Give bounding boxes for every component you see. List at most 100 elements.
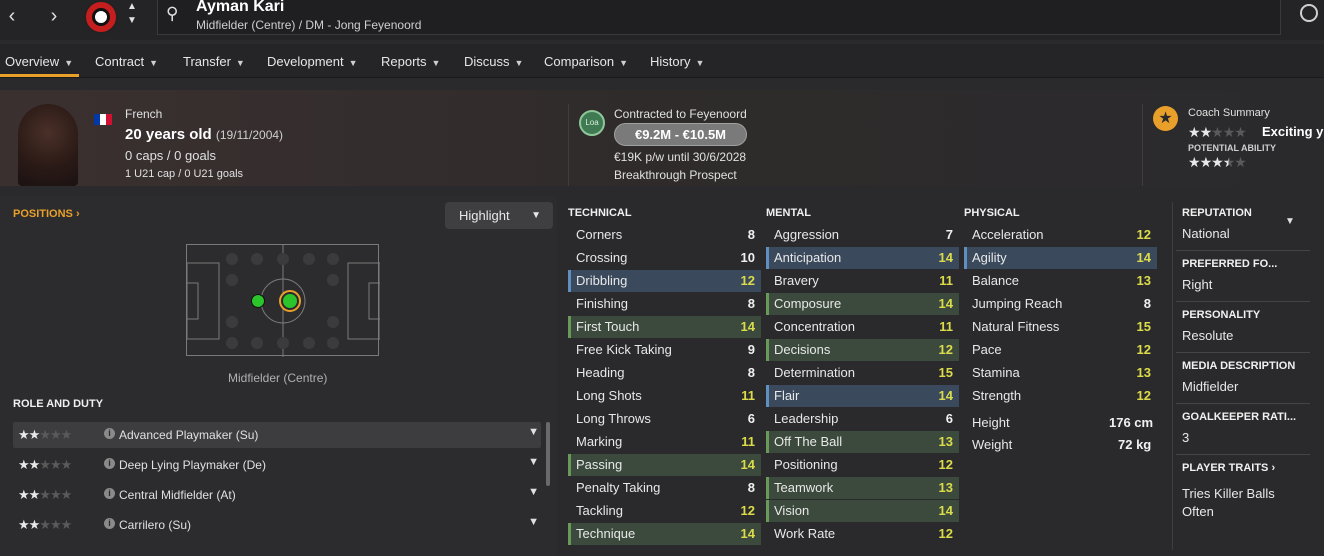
tab-discuss[interactable]: Discuss ▼ — [464, 54, 523, 69]
role-row[interactable]: ★★★★★ i Carrilero (Su) ▼ — [13, 512, 541, 538]
attribute-row[interactable]: Acceleration 12 — [964, 224, 1157, 246]
mc-position-marker[interactable] — [279, 290, 301, 312]
attribute-row[interactable]: Marking 11 — [568, 431, 761, 453]
transfer-value-badge[interactable]: €9.2M - €10.5M — [614, 123, 747, 146]
info-icon[interactable]: i — [104, 488, 115, 499]
attribute-row[interactable]: Off The Ball 13 — [766, 431, 959, 453]
chevron-down-icon[interactable]: ▼ — [528, 456, 539, 468]
attribute-row[interactable]: Dribbling 12 — [568, 270, 761, 292]
role-row[interactable]: ★★★★★ i Advanced Playmaker (Su) ▼ — [13, 422, 541, 448]
preferred-foot-value: Right — [1182, 277, 1213, 292]
attribute-name: Leadership — [774, 411, 839, 426]
player-traits-link[interactable]: PLAYER TRAITS › — [1182, 462, 1275, 474]
attribute-row[interactable]: Free Kick Taking 9 — [568, 339, 761, 361]
info-icon[interactable]: i — [104, 458, 115, 469]
attribute-row[interactable]: Tackling 12 — [568, 500, 761, 522]
attribute-name: Long Shots — [576, 388, 642, 403]
coach-summary-title: Coach Summary — [1188, 107, 1270, 119]
chevron-down-icon[interactable]: ▼ — [120, 16, 144, 36]
role-row[interactable]: ★★★★★ i Deep Lying Playmaker (De) ▼ — [13, 452, 541, 478]
info-icon[interactable]: i — [104, 518, 115, 529]
attribute-row[interactable]: Long Throws 6 — [568, 408, 761, 430]
tab-comparison[interactable]: Comparison ▼ — [544, 54, 628, 69]
personality-heading: PERSONALITY — [1182, 309, 1261, 321]
tab-development[interactable]: Development ▼ — [267, 54, 358, 69]
back-icon[interactable]: ‹ — [0, 6, 24, 26]
attribute-name: Natural Fitness — [972, 319, 1060, 334]
attribute-row[interactable]: Vision 14 — [766, 500, 959, 522]
chevron-down-icon[interactable]: ▼ — [528, 486, 539, 498]
attribute-value: 14 — [740, 319, 755, 334]
attribute-row[interactable]: Penalty Taking 8 — [568, 477, 761, 499]
attribute-name: First Touch — [576, 319, 640, 334]
attribute-row[interactable]: Natural Fitness 15 — [964, 316, 1157, 338]
role-row[interactable]: ★★★★★ i Central Midfielder (At) ▼ — [13, 482, 541, 508]
attribute-value: 7 — [945, 227, 953, 242]
role-name: Carrilero (Su) — [119, 518, 192, 532]
attribute-row[interactable]: Work Rate 12 — [766, 523, 959, 545]
dm-position-dot[interactable] — [251, 294, 265, 308]
attribute-row[interactable]: Technique 14 — [568, 523, 761, 545]
tab-history[interactable]: History ▼ — [650, 54, 704, 69]
tab-contract[interactable]: Contract ▼ — [95, 54, 158, 69]
attribute-row[interactable]: Jumping Reach 8 — [964, 293, 1157, 315]
attribute-row[interactable]: Decisions 12 — [766, 339, 959, 361]
chevron-down-icon[interactable]: ▼ — [528, 516, 539, 528]
attribute-value: 14 — [938, 388, 953, 403]
attribute-row[interactable]: Agility 14 — [964, 247, 1157, 269]
attribute-value: 14 — [938, 250, 953, 265]
info-icon[interactable]: i — [104, 428, 115, 439]
attribute-value: 12 — [1136, 342, 1151, 357]
attribute-name: Bravery — [774, 273, 819, 288]
attribute-value: 14 — [938, 296, 953, 311]
role-name: Advanced Playmaker (Su) — [119, 428, 259, 442]
active-tab-indicator — [0, 74, 79, 77]
attribute-row[interactable]: Finishing 8 — [568, 293, 761, 315]
attribute-name: Finishing — [576, 296, 629, 311]
search-icon[interactable]: ⚲ — [166, 4, 178, 24]
attribute-row[interactable]: Pace 12 — [964, 339, 1157, 361]
attribute-row[interactable]: Crossing 10 — [568, 247, 761, 269]
attribute-row[interactable]: Stamina 13 — [964, 362, 1157, 384]
attribute-row[interactable]: Aggression 7 — [766, 224, 959, 246]
chevron-down-icon[interactable]: ▼ — [528, 426, 539, 438]
attribute-row[interactable]: Flair 14 — [766, 385, 959, 407]
club-crest-icon[interactable] — [84, 0, 118, 34]
u21-caps: 1 U21 cap / 0 U21 goals — [125, 168, 244, 180]
attribute-row[interactable]: Corners 8 — [568, 224, 761, 246]
attribute-value: 15 — [938, 365, 953, 380]
globe-icon[interactable] — [1300, 4, 1318, 22]
attribute-row[interactable]: Teamwork 13 — [766, 477, 959, 499]
pitch-diagram — [186, 244, 380, 357]
attribute-value: 13 — [1136, 273, 1151, 288]
tab-transfer[interactable]: Transfer ▼ — [183, 54, 245, 69]
attribute-row[interactable]: Concentration 11 — [766, 316, 959, 338]
attribute-row[interactable]: Balance 13 — [964, 270, 1157, 292]
attribute-row[interactable]: Passing 14 — [568, 454, 761, 476]
forward-icon[interactable]: › — [42, 6, 66, 26]
tab-reports[interactable]: Reports ▼ — [381, 54, 440, 69]
positions-link[interactable]: POSITIONS › — [13, 208, 80, 220]
highlight-dropdown[interactable]: Highlight ▼ — [445, 202, 553, 229]
attribute-row[interactable]: Anticipation 14 — [766, 247, 959, 269]
attribute-row[interactable]: Composure 14 — [766, 293, 959, 315]
attribute-row[interactable]: Long Shots 11 — [568, 385, 761, 407]
attribute-row[interactable]: Determination 15 — [766, 362, 959, 384]
attribute-row[interactable]: Bravery 11 — [766, 270, 959, 292]
media-description-value: Midfielder — [1182, 379, 1239, 394]
attribute-row[interactable]: Heading 8 — [568, 362, 761, 384]
player-subtitle[interactable]: Midfielder (Centre) / DM - Jong Feyenoor… — [196, 18, 421, 32]
attribute-row[interactable]: Leadership 6 — [766, 408, 959, 430]
chevron-down-icon[interactable]: ▼ — [1285, 216, 1295, 227]
club-badge-icon: Loa — [579, 110, 605, 136]
attribute-row[interactable]: Positioning 12 — [766, 454, 959, 476]
attribute-name: Composure — [774, 296, 842, 311]
tab-overview[interactable]: Overview ▼ — [5, 54, 73, 69]
preferred-foot-heading: PREFERRED FO... — [1182, 258, 1278, 270]
attribute-row[interactable]: Strength 12 — [964, 385, 1157, 407]
attribute-value: 15 — [1136, 319, 1151, 334]
nationality: French — [125, 107, 163, 121]
role-scrollbar[interactable] — [546, 422, 550, 486]
attribute-row[interactable]: First Touch 14 — [568, 316, 761, 338]
potential-label: POTENTIAL ABILITY — [1188, 143, 1277, 153]
